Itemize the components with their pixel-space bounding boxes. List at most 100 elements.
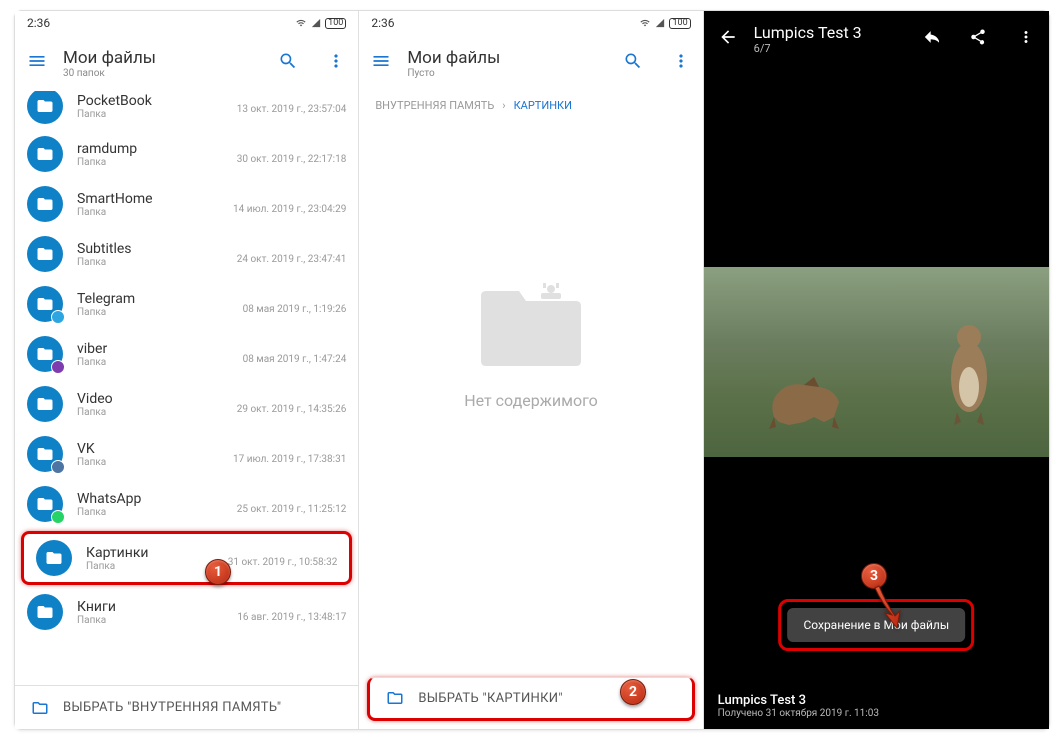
- folder-info: Telegram Папка: [77, 291, 229, 318]
- status-bar: 2:36 100: [15, 11, 358, 35]
- share-icon[interactable]: [969, 28, 987, 50]
- select-location-button[interactable]: ВЫБРАТЬ "ВНУТРЕННЯЯ ПАМЯТЬ": [15, 685, 358, 729]
- chevron-right-icon: ›: [502, 99, 505, 112]
- folder-item[interactable]: Telegram Папка 08 мая 2019 г., 1:19:26: [15, 279, 358, 329]
- menu-icon[interactable]: [371, 51, 391, 76]
- folder-date: 17 июл. 2019 г., 17:38:31: [233, 454, 346, 465]
- folder-name: Telegram: [77, 291, 229, 307]
- folder-list[interactable]: PocketBook Папка 13 окт. 2019 г., 23:57:…: [15, 91, 358, 637]
- app-bar: Мои файлы Пусто: [359, 35, 702, 91]
- folder-icon: [27, 236, 63, 272]
- folder-icon: [27, 286, 63, 322]
- folder-date: 08 мая 2019 г., 1:47:24: [243, 354, 347, 365]
- folder-info: Video Папка: [77, 391, 223, 418]
- select-folder-button[interactable]: ВЫБРАТЬ "КАРТИНКИ": [367, 677, 694, 721]
- folder-name: Картинки: [86, 545, 214, 561]
- search-icon[interactable]: [278, 51, 298, 76]
- folder-item[interactable]: VK Папка 17 июл. 2019 г., 17:38:31: [15, 429, 358, 479]
- folder-icon: [27, 436, 63, 472]
- folder-type: Папка: [77, 407, 223, 418]
- folder-icon: [27, 336, 63, 372]
- folder-icon: [27, 594, 63, 630]
- battery-icon: 100: [669, 18, 690, 29]
- folder-date: 30 окт. 2019 г., 22:17:18: [237, 154, 347, 165]
- folder-date: 13 окт. 2019 г., 23:57:04: [237, 104, 347, 115]
- viewer-header: Lumpics Test 3 6/7: [704, 11, 1049, 67]
- more-icon[interactable]: [671, 51, 691, 76]
- folder-item[interactable]: Картинки Папка 31 окт. 2019 г., 10:58:32: [21, 531, 352, 585]
- pane-empty-folder: 2:36 100 Мои файлы Пусто ВНУТРЕННЯЯ ПАМЯ…: [359, 11, 703, 729]
- callout-1: 1: [205, 559, 231, 585]
- forward-icon[interactable]: [919, 27, 939, 51]
- folder-date: 24 окт. 2019 г., 23:47:41: [237, 254, 347, 265]
- folder-icon: [27, 386, 63, 422]
- folder-info: Книги Папка: [77, 599, 223, 626]
- folder-item[interactable]: viber Папка 08 мая 2019 г., 1:47:24: [15, 329, 358, 379]
- clock: 2:36: [27, 16, 50, 30]
- folder-type: Папка: [77, 207, 219, 218]
- empty-folder-icon: [471, 271, 591, 371]
- folder-icon: [36, 540, 72, 576]
- image-content[interactable]: [704, 267, 1049, 457]
- folder-type: Папка: [77, 615, 223, 626]
- folder-item[interactable]: Video Папка 29 окт. 2019 г., 14:35:26: [15, 379, 358, 429]
- folder-name: viber: [77, 341, 229, 357]
- folder-item[interactable]: Книги Папка 16 авг. 2019 г., 13:48:17: [15, 587, 358, 637]
- folder-type: Папка: [86, 561, 214, 572]
- folder-item[interactable]: SmartHome Папка 14 июл. 2019 г., 23:04:2…: [15, 179, 358, 229]
- clock: 2:36: [371, 16, 394, 30]
- folder-date: 25 окт. 2019 г., 11:25:12: [237, 504, 347, 515]
- status-icons: 100: [295, 18, 346, 29]
- arrow-3: [867, 583, 917, 637]
- folder-type: Папка: [77, 157, 223, 168]
- folder-name: ramdump: [77, 141, 223, 157]
- folder-item[interactable]: WhatsApp Папка 25 окт. 2019 г., 11:25:12: [15, 479, 358, 529]
- folder-info: WhatsApp Папка: [77, 491, 223, 518]
- folder-name: Video: [77, 391, 223, 407]
- folder-date: 31 окт. 2019 г., 10:58:32: [228, 557, 338, 568]
- empty-state: Нет содержимого: [359, 120, 702, 560]
- folder-name: Книги: [77, 599, 223, 615]
- folder-date: 16 авг. 2019 г., 13:48:17: [237, 612, 346, 623]
- more-icon[interactable]: [326, 51, 346, 76]
- breadcrumb[interactable]: ВНУТРЕННЯЯ ПАМЯТЬ › КАРТИНКИ: [359, 91, 702, 120]
- folder-type: Папка: [77, 257, 223, 268]
- folder-type: Папка: [77, 307, 229, 318]
- folder-date: 08 мая 2019 г., 1:19:26: [243, 304, 347, 315]
- app-title: Мои файлы 30 папок: [63, 48, 250, 79]
- folder-item[interactable]: ramdump Папка 30 окт. 2019 г., 22:17:18: [15, 129, 358, 179]
- folder-info: viber Папка: [77, 341, 229, 368]
- folder-name: SmartHome: [77, 191, 219, 207]
- more-icon[interactable]: [1017, 28, 1035, 50]
- folder-type: Папка: [77, 507, 223, 518]
- breadcrumb-root[interactable]: ВНУТРЕННЯЯ ПАМЯТЬ: [375, 99, 494, 112]
- folder-info: VK Папка: [77, 441, 219, 468]
- folder-icon: [27, 186, 63, 222]
- folder-info: Картинки Папка: [86, 545, 214, 572]
- pane-file-list: 2:36 100 Мои файлы 30 папок PocketBook П…: [15, 11, 359, 729]
- breadcrumb-current[interactable]: КАРТИНКИ: [514, 99, 572, 112]
- folder-item[interactable]: PocketBook Папка 13 окт. 2019 г., 23:57:…: [15, 91, 358, 129]
- folder-type: Папка: [77, 457, 219, 468]
- app-title: Мои файлы Пусто: [407, 48, 594, 79]
- status-bar: 2:36 100: [359, 11, 702, 35]
- folder-icon: [27, 91, 63, 124]
- folder-icon: [27, 486, 63, 522]
- folder-info: PocketBook Папка: [77, 93, 223, 120]
- viewer-title: Lumpics Test 3 6/7: [754, 23, 889, 55]
- folder-name: PocketBook: [77, 93, 223, 109]
- callout-2: 2: [620, 679, 646, 705]
- app-bar: Мои файлы 30 папок: [15, 35, 358, 91]
- back-icon[interactable]: [718, 27, 738, 52]
- battery-icon: 100: [325, 18, 346, 29]
- folder-item[interactable]: Subtitles Папка 24 окт. 2019 г., 23:47:4…: [15, 229, 358, 279]
- folder-name: Subtitles: [77, 241, 223, 257]
- search-icon[interactable]: [623, 51, 643, 76]
- folder-name: WhatsApp: [77, 491, 223, 507]
- folder-info: ramdump Папка: [77, 141, 223, 168]
- folder-date: 14 июл. 2019 г., 23:04:29: [233, 204, 346, 215]
- folder-info: SmartHome Папка: [77, 191, 219, 218]
- menu-icon[interactable]: [27, 51, 47, 76]
- folder-date: 29 окт. 2019 г., 14:35:26: [237, 404, 347, 415]
- empty-text: Нет содержимого: [464, 391, 598, 410]
